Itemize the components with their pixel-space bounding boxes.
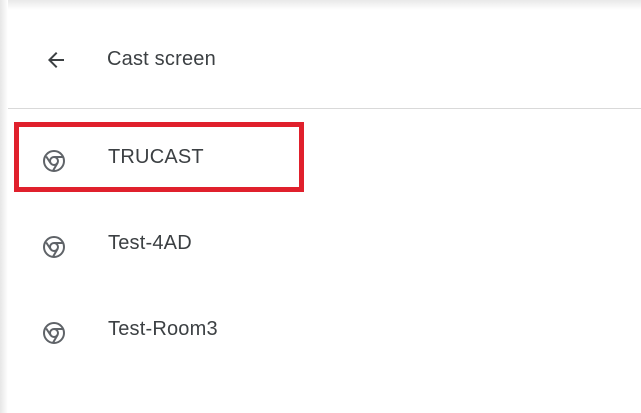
back-button[interactable] [38,45,74,75]
device-label: Test-Room3 [108,318,218,340]
top-shadow [0,0,641,10]
device-label: Test-4AD [108,232,192,254]
device-item-test-room3[interactable]: Test-Room3 [8,290,641,376]
cast-screen-panel: Cast screen TRUCAST Test-4AD Test-Room3 [0,0,641,413]
device-label: TRUCAST [108,146,204,168]
header: Cast screen [8,10,641,109]
left-shadow [0,0,8,413]
chromecast-icon [43,150,65,172]
arrow-left-icon [48,52,64,68]
device-item-trucast[interactable]: TRUCAST [8,118,641,204]
device-item-test-4ad[interactable]: Test-4AD [8,204,641,290]
device-list: TRUCAST Test-4AD Test-Room3 [8,118,641,376]
chromecast-icon [43,236,65,258]
chromecast-icon [43,322,65,344]
page-title: Cast screen [107,48,216,70]
